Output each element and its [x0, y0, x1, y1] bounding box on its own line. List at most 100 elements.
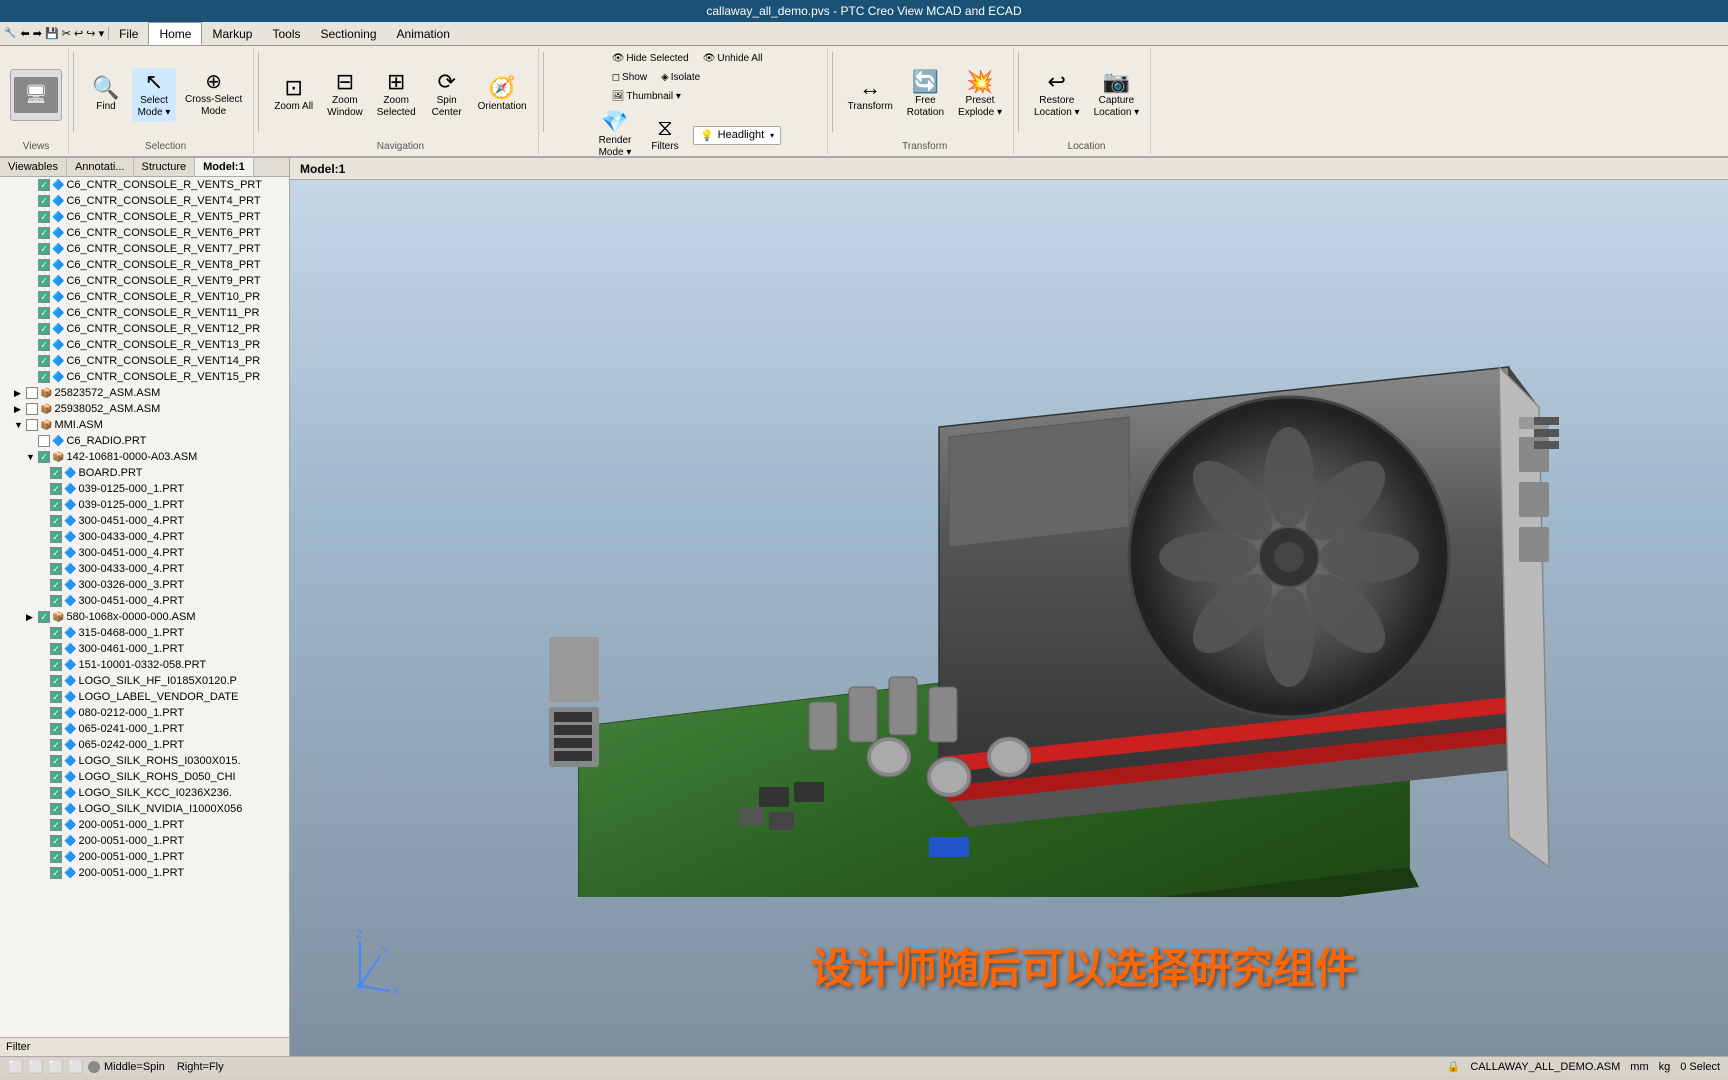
tree-checkbox[interactable]: ✓ — [38, 275, 50, 287]
preset-explode-btn[interactable]: 💥 PresetExplode ▾ — [953, 68, 1007, 122]
tree-checkbox[interactable]: ✓ — [50, 739, 62, 751]
tree-item[interactable]: ✓🔷039-0125-000_1.PRT — [0, 481, 289, 497]
menu-sectioning[interactable]: Sectioning — [310, 22, 386, 45]
panel-tab-structure[interactable]: Structure — [134, 158, 196, 176]
menu-home[interactable]: Home — [148, 22, 202, 45]
tree-checkbox[interactable]: ✓ — [50, 803, 62, 815]
tree-item[interactable]: ✓🔷300-0451-000_4.PRT — [0, 593, 289, 609]
render-mode-btn[interactable]: 💎 RenderMode ▾ — [593, 108, 637, 162]
spin-center-btn[interactable]: ⟳ SpinCenter — [425, 68, 469, 122]
tree-checkbox[interactable]: ✓ — [50, 659, 62, 671]
tree-item[interactable]: ▼✓📦142-10681-0000-A03.ASM — [0, 449, 289, 465]
free-rotation-btn[interactable]: 🔄 FreeRotation — [902, 68, 949, 122]
tree-checkbox[interactable]: ✓ — [38, 259, 50, 271]
tree-checkbox[interactable]: ✓ — [50, 771, 62, 783]
tree-item[interactable]: ✓🔷300-0451-000_4.PRT — [0, 513, 289, 529]
tree-item[interactable]: ✓🔷C6_CNTR_CONSOLE_R_VENT15_PR — [0, 369, 289, 385]
tree-item[interactable]: ✓🔷065-0242-000_1.PRT — [0, 737, 289, 753]
tree-checkbox[interactable]: ✓ — [50, 867, 62, 879]
tree-item[interactable]: ▶📦25823572_ASM.ASM — [0, 385, 289, 401]
tree-checkbox[interactable]: ✓ — [38, 371, 50, 383]
tree-checkbox[interactable] — [38, 435, 50, 447]
menu-tools[interactable]: Tools — [262, 22, 310, 45]
menu-animation[interactable]: Animation — [387, 22, 460, 45]
tree-checkbox[interactable]: ✓ — [38, 339, 50, 351]
tree-item[interactable]: ✓🔷C6_CNTR_CONSOLE_R_VENT5_PRT — [0, 209, 289, 225]
zoom-window-btn[interactable]: ⊟ ZoomWindow — [322, 68, 368, 122]
menu-markup[interactable]: Markup — [202, 22, 262, 45]
tree-checkbox[interactable]: ✓ — [50, 707, 62, 719]
tree-item[interactable]: ✓🔷C6_CNTR_CONSOLE_R_VENT9_PRT — [0, 273, 289, 289]
select-mode-btn[interactable]: ↖ SelectMode ▾ — [132, 68, 176, 122]
show-btn[interactable]: ◻Show — [607, 69, 652, 87]
tree-checkbox[interactable]: ✓ — [38, 307, 50, 319]
tree-item[interactable]: ✓🔷LOGO_LABEL_VENDOR_DATE — [0, 689, 289, 705]
tree-checkbox[interactable]: ✓ — [50, 515, 62, 527]
tree-checkbox[interactable]: ✓ — [50, 531, 62, 543]
tree-item[interactable]: ✓🔷LOGO_SILK_ROHS_D050_CHI — [0, 769, 289, 785]
tree-item[interactable]: ✓🔷LOGO_SILK_HF_I0185X0120.P — [0, 673, 289, 689]
tree-item[interactable]: ✓🔷C6_CNTR_CONSOLE_R_VENT8_PRT — [0, 257, 289, 273]
quick-access[interactable]: ⬅ ➡ 💾 ✂ ↩ ↪ ▾ — [20, 27, 104, 40]
tree-item[interactable]: ✓🔷300-0461-000_1.PRT — [0, 641, 289, 657]
tree-item[interactable]: ✓🔷300-0433-000_4.PRT — [0, 561, 289, 577]
tree-checkbox[interactable]: ✓ — [50, 547, 62, 559]
tree-checkbox[interactable]: ✓ — [38, 355, 50, 367]
views-thumbnail-btn[interactable]: 🖥 — [10, 69, 62, 121]
tree-item[interactable]: ✓🔷C6_CNTR_CONSOLE_R_VENT4_PRT — [0, 193, 289, 209]
tree-item[interactable]: ✓🔷C6_CNTR_CONSOLE_R_VENT10_PR — [0, 289, 289, 305]
thumbnail-btn[interactable]: 🖼Thumbnail ▾ — [607, 88, 686, 106]
filters-btn[interactable]: ⧖ Filters — [643, 114, 687, 156]
tree-checkbox[interactable]: ✓ — [50, 787, 62, 799]
tree-item[interactable]: ✓🔷315-0468-000_1.PRT — [0, 625, 289, 641]
tree-item[interactable]: ✓🔷200-0051-000_1.PRT — [0, 865, 289, 881]
tree-item[interactable]: ✓🔷151-10001-0332-058.PRT — [0, 657, 289, 673]
tree-checkbox[interactable]: ✓ — [38, 195, 50, 207]
tree-checkbox[interactable]: ✓ — [50, 851, 62, 863]
tree-item[interactable]: ✓🔷065-0241-000_1.PRT — [0, 721, 289, 737]
tree-checkbox[interactable]: ✓ — [50, 467, 62, 479]
menu-file[interactable]: File — [109, 22, 148, 45]
tree-checkbox[interactable]: ✓ — [38, 323, 50, 335]
headlight-dropdown[interactable]: 💡 Headlight ▾ — [693, 126, 781, 145]
tree-item[interactable]: 🔷C6_RADIO.PRT — [0, 433, 289, 449]
tree-item[interactable]: ✓🔷300-0451-000_4.PRT — [0, 545, 289, 561]
tree-item[interactable]: ▶✓📦580-1068x-0000-000.ASM — [0, 609, 289, 625]
tree-checkbox[interactable] — [26, 387, 38, 399]
tree-checkbox[interactable]: ✓ — [38, 291, 50, 303]
tree-item[interactable]: ✓🔷080-0212-000_1.PRT — [0, 705, 289, 721]
tree-checkbox[interactable]: ✓ — [38, 179, 50, 191]
tree-item[interactable]: ▼📦MMI.ASM — [0, 417, 289, 433]
tree-item[interactable]: ✓🔷200-0051-000_1.PRT — [0, 833, 289, 849]
tree-item[interactable]: ✓🔷C6_CNTR_CONSOLE_R_VENT13_PR — [0, 337, 289, 353]
tree-checkbox[interactable]: ✓ — [50, 499, 62, 511]
zoom-all-btn[interactable]: ⊡ Zoom All — [269, 74, 318, 116]
tree-checkbox[interactable]: ✓ — [50, 723, 62, 735]
cross-select-btn[interactable]: ⊕ Cross-SelectMode — [180, 69, 247, 121]
tree-item[interactable]: ✓🔷LOGO_SILK_KCC_I0236X236. — [0, 785, 289, 801]
tree-checkbox[interactable]: ✓ — [38, 451, 50, 463]
tree-item[interactable]: ✓🔷C6_CNTR_CONSOLE_R_VENTS_PRT — [0, 177, 289, 193]
tree-checkbox[interactable]: ✓ — [50, 595, 62, 607]
tree-checkbox[interactable]: ✓ — [50, 563, 62, 575]
tree-item[interactable]: ✓🔷C6_CNTR_CONSOLE_R_VENT7_PRT — [0, 241, 289, 257]
tree-checkbox[interactable]: ✓ — [50, 819, 62, 831]
tree-checkbox[interactable] — [26, 419, 38, 431]
tree-checkbox[interactable]: ✓ — [50, 675, 62, 687]
tree-item[interactable]: ✓🔷C6_CNTR_CONSOLE_R_VENT11_PR — [0, 305, 289, 321]
panel-tab-annotations[interactable]: Annotati... — [67, 158, 134, 176]
tree-checkbox[interactable]: ✓ — [50, 691, 62, 703]
tree-item[interactable]: ✓🔷039-0125-000_1.PRT — [0, 497, 289, 513]
tree-checkbox[interactable]: ✓ — [38, 211, 50, 223]
orientation-btn[interactable]: 🧭 Orientation — [473, 74, 532, 116]
tree-checkbox[interactable]: ✓ — [38, 243, 50, 255]
tree-checkbox[interactable]: ✓ — [50, 483, 62, 495]
tree-item[interactable]: ✓🔷C6_CNTR_CONSOLE_R_VENT14_PR — [0, 353, 289, 369]
isolate-btn[interactable]: ◈Isolate — [656, 69, 705, 87]
tree-checkbox[interactable]: ✓ — [38, 227, 50, 239]
panel-tab-viewables[interactable]: Viewables — [0, 158, 67, 176]
3d-viewport[interactable]: Model:1 — [290, 158, 1728, 1056]
transform-btn[interactable]: ↔ Transform — [843, 74, 898, 116]
tree-item[interactable]: ✓🔷300-0326-000_3.PRT — [0, 577, 289, 593]
restore-location-btn[interactable]: ↩ RestoreLocation ▾ — [1029, 68, 1085, 122]
